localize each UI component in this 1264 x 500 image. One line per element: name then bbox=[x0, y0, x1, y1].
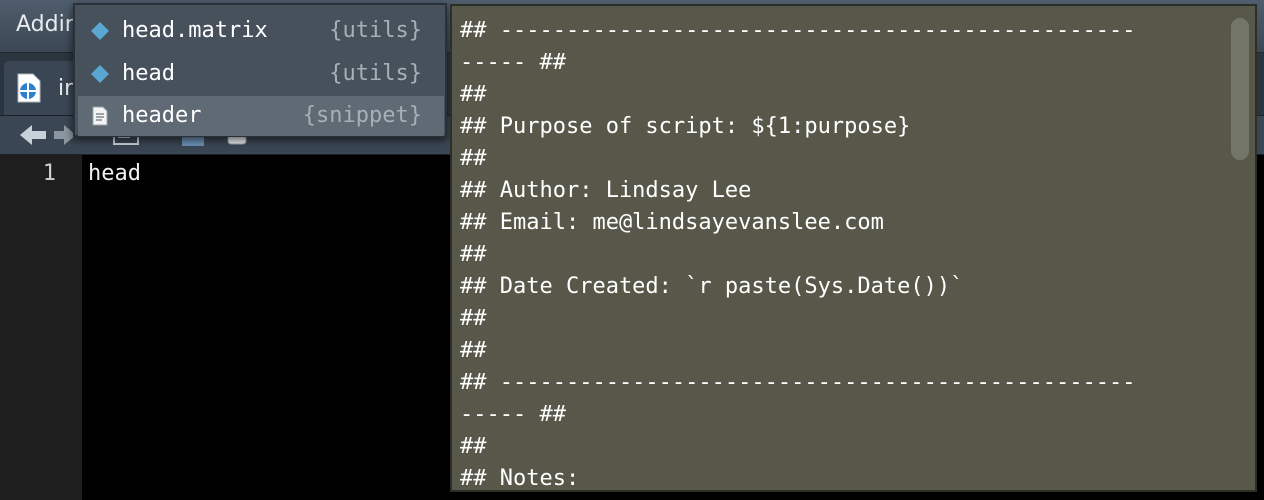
autocomplete-item-source: {snippet} bbox=[302, 103, 422, 128]
autocomplete-item-head-matrix[interactable]: head.matrix {utils} bbox=[78, 11, 444, 51]
snippet-preview-panel: ## -------------------------------------… bbox=[450, 4, 1257, 492]
preview-scrollbar[interactable] bbox=[1231, 12, 1249, 482]
autocomplete-popup: head.matrix {utils} head {utils} header … bbox=[73, 3, 447, 137]
autocomplete-item-name: head.matrix bbox=[122, 18, 268, 43]
rstudio-window: Addin in 1 head head.matrix {utils} head… bbox=[0, 0, 1264, 500]
preview-line: ## bbox=[460, 242, 487, 267]
code-line[interactable]: head bbox=[88, 161, 141, 186]
autocomplete-item-head[interactable]: head {utils} bbox=[78, 54, 444, 94]
menu-title[interactable]: Addin bbox=[16, 12, 79, 37]
autocomplete-item-source: {utils} bbox=[329, 18, 422, 43]
code-editor[interactable]: head bbox=[82, 155, 452, 500]
back-arrow-icon[interactable] bbox=[18, 122, 48, 148]
function-diamond-icon bbox=[91, 65, 109, 83]
preview-line: ## bbox=[460, 146, 487, 171]
line-number: 1 bbox=[42, 161, 56, 186]
preview-line: ## Notes: bbox=[460, 466, 580, 491]
function-diamond-icon bbox=[91, 22, 109, 40]
preview-line: ## bbox=[460, 434, 487, 459]
preview-line: ## bbox=[460, 306, 487, 331]
preview-line: ## Date Created: `r paste(Sys.Date())` bbox=[460, 274, 964, 299]
preview-line: ## -------------------------------------… bbox=[460, 370, 1136, 395]
preview-line: ----- ## bbox=[460, 50, 566, 75]
preview-line: ----- ## bbox=[460, 402, 566, 427]
preview-line: ## -------------------------------------… bbox=[460, 18, 1136, 43]
r-script-file-icon bbox=[17, 73, 41, 103]
preview-scrollbar-thumb[interactable] bbox=[1231, 18, 1249, 160]
autocomplete-item-name: header bbox=[122, 103, 202, 128]
autocomplete-item-source: {utils} bbox=[329, 61, 422, 86]
preview-line: ## Email: me@lindsayevanslee.com bbox=[460, 210, 884, 235]
preview-line: ## bbox=[460, 338, 487, 363]
preview-line: ## Purpose of script: ${1:purpose} bbox=[460, 114, 911, 139]
preview-line: ## bbox=[460, 82, 487, 107]
snippet-document-icon bbox=[92, 106, 108, 126]
line-number-gutter: 1 bbox=[0, 155, 82, 500]
autocomplete-item-name: head bbox=[122, 61, 175, 86]
preview-line: ## Author: Lindsay Lee bbox=[460, 178, 752, 203]
autocomplete-item-header[interactable]: header {snippet} bbox=[78, 96, 444, 136]
